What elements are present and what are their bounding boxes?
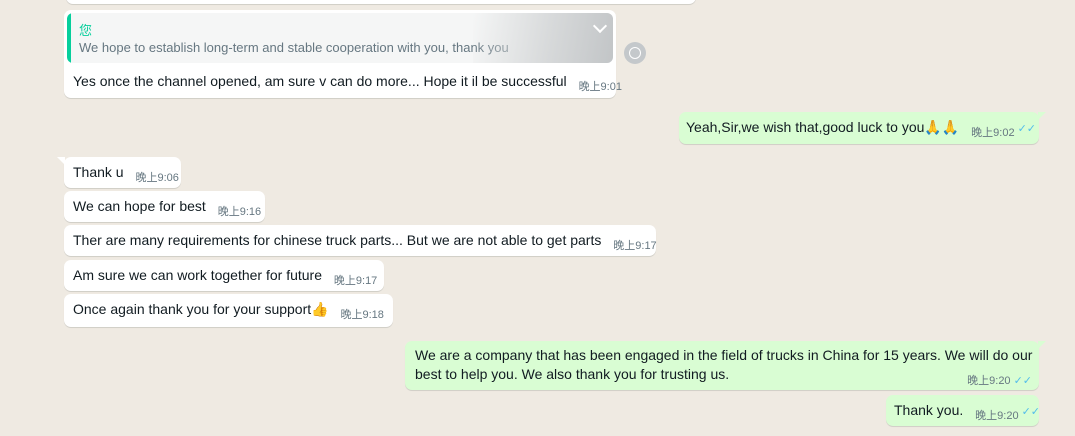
chat-panel: 您 We hope to establish long-term and sta… (0, 0, 1075, 436)
quote-author: 您 (79, 23, 93, 38)
quote-text: We hope to establish long-term and stabl… (79, 40, 509, 55)
message-text-line-2: best to help you. We also thank you for … (415, 366, 730, 382)
message-time: 晚上9:20 (967, 375, 1011, 387)
message-time: 晚上9:01 (578, 81, 622, 93)
message-bubble-incoming[interactable]: Once again thank you for your support👍 晚… (64, 294, 393, 327)
message-time: 晚上9:17 (613, 240, 657, 252)
message-bubble-outgoing[interactable]: Thank you. 晚上9:20 ✓✓ (886, 395, 1041, 426)
bubble-tail (57, 157, 65, 165)
message-bubble-outgoing[interactable]: We are a company that has been engaged i… (405, 341, 1046, 390)
message-bubble-incoming[interactable]: 您 We hope to establish long-term and sta… (64, 10, 622, 98)
message-bubble-outgoing[interactable]: Yeah,Sir,we wish that,good luck to you🙏🙏… (679, 112, 1046, 144)
message-text: Yeah,Sir,we wish that,good luck to you🙏🙏 (686, 119, 960, 135)
message-time: 晚上9:17 (333, 275, 378, 287)
message-time: 晚上9:18 (340, 309, 384, 321)
bubble-tail (1038, 112, 1046, 120)
message-bubble-incoming[interactable]: Ther are many requirements for chinese t… (64, 225, 657, 256)
message-time: 晚上9:02 (971, 127, 1015, 139)
message-text: Once again thank you for your support👍 (73, 301, 329, 317)
message-text: We can hope for best (73, 198, 206, 214)
previous-message-fragment (66, 0, 696, 4)
message-text: Yes once the channel opened, am sure v c… (73, 73, 567, 89)
quoted-message[interactable]: 您 We hope to establish long-term and sta… (67, 13, 613, 63)
double-check-icon: ✓✓ (1013, 375, 1032, 387)
bubble-tail (1038, 341, 1046, 349)
message-time: 晚上9:16 (217, 206, 262, 218)
emoji-icon[interactable] (624, 42, 646, 64)
quote-accent-bar (67, 13, 71, 63)
double-check-icon: ✓✓ (1017, 123, 1037, 135)
message-time: 晚上9:20 (975, 410, 1019, 422)
message-bubble-incoming[interactable]: Thank u 晚上9:06 (57, 157, 181, 188)
message-text: Thank u (73, 164, 124, 180)
quote-hover-fade (473, 13, 613, 63)
message-bubble-incoming[interactable]: We can hope for best 晚上9:16 (64, 191, 265, 222)
message-bubble-incoming[interactable]: Am sure we can work together for future … (64, 260, 384, 291)
message-text: Ther are many requirements for chinese t… (73, 232, 602, 248)
message-time: 晚上9:06 (135, 172, 179, 184)
message-text: Am sure we can work together for future (73, 267, 322, 283)
message-text-line-1: We are a company that has been engaged i… (415, 347, 1033, 363)
double-check-icon: ✓✓ (1021, 406, 1041, 418)
message-text: Thank you. (894, 402, 964, 418)
